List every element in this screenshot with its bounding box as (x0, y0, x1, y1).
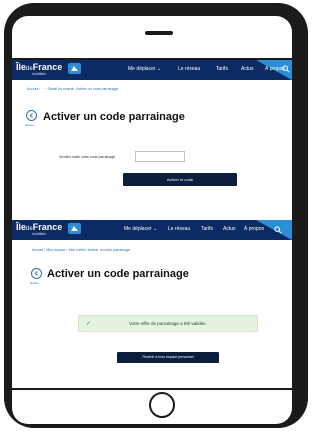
brand-name-1: Île (16, 222, 27, 232)
nav-item-a-propos[interactable]: À propos (244, 226, 264, 232)
code-input[interactable] (135, 151, 185, 162)
tablet-screen: ÎledeFrance mobilités Me déplacer ⌄ Le r… (12, 60, 292, 388)
search-icon[interactable] (274, 226, 282, 234)
nav-item-tarifs[interactable]: Tarifs (216, 66, 228, 72)
brand-sub-bottom: mobilités (32, 232, 46, 236)
navbar: ÎledeFrance mobilités Me déplacer ⌄ Le r… (12, 60, 292, 80)
success-banner: ✓ Votre offre de parrainage a été validé… (78, 315, 258, 332)
nav-item-me-deplacer[interactable]: Me déplacer ⌄ (124, 226, 157, 232)
navbar-bottom: ÎledeFrance mobilités Me déplacer ⌄ Le r… (12, 220, 292, 240)
back-label[interactable]: Retour (25, 123, 34, 127)
speaker-slot (145, 31, 173, 35)
success-message: Votre offre de parrainage a été validée. (129, 321, 207, 326)
home-button[interactable] (149, 392, 175, 418)
brand-name-1: Île (16, 62, 27, 72)
nav-item-actus[interactable]: Actus (241, 66, 254, 72)
nav-item-le-reseau[interactable]: Le réseau (178, 66, 200, 72)
back-label-bottom[interactable]: Retour (30, 281, 39, 285)
brand-name-3: France (32, 222, 63, 232)
back-button[interactable] (26, 110, 37, 121)
brand-badge-icon (68, 223, 81, 234)
nav-item-me-deplacer[interactable]: Me déplacer ⌄ (128, 66, 161, 72)
search-icon[interactable] (282, 65, 290, 73)
breadcrumb-bottom[interactable]: Accueil › Mon espace › Mon forfait › Act… (32, 248, 130, 252)
page-title: Activer un code parrainage (43, 111, 185, 123)
code-field-label: Veuillez saisir votre code parrainage (59, 155, 116, 159)
brand-sub: mobilités (32, 72, 46, 76)
nav-item-tarifs[interactable]: Tarifs (201, 226, 213, 232)
brand-badge-icon (68, 63, 81, 74)
breadcrumb[interactable]: Accueil › … › Détail du contrat › Active… (27, 87, 118, 91)
activate-code-button[interactable]: Activer le code (123, 173, 237, 186)
brand-name-3: France (32, 62, 63, 72)
return-to-account-button[interactable]: Revenir à mon espace personnel (117, 352, 219, 363)
nav-item-actus[interactable]: Actus (223, 226, 236, 232)
nav-item-le-reseau[interactable]: Le réseau (168, 226, 190, 232)
tablet-top-bezel (12, 16, 292, 58)
page-title-bottom: Activer un code parrainage (47, 268, 189, 280)
chevron-left-icon (29, 113, 33, 118)
chevron-left-icon (34, 271, 38, 276)
back-button-bottom[interactable] (31, 268, 42, 279)
